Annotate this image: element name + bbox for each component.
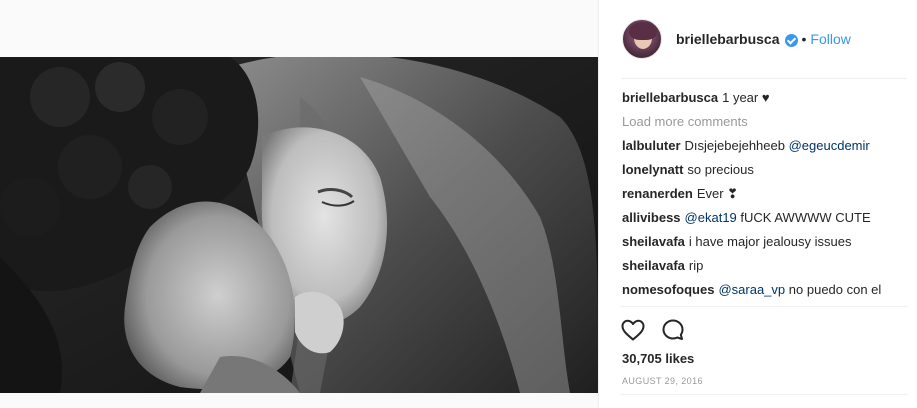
- post-photo[interactable]: [0, 57, 598, 393]
- comment-item: lalbuluter Dısjejebejehheeb @egeucdemir: [622, 138, 907, 162]
- instagram-post-page: briellebarbusca • Follow briellebarbusca…: [0, 0, 917, 408]
- caption-text: 1 year: [722, 90, 759, 105]
- comment-text: Dısjejebejehheeb: [684, 138, 785, 153]
- post-date: AUGUST 29, 2016: [622, 376, 703, 386]
- comment-text: Ever ❣: [696, 186, 739, 201]
- comment-item: sheilavafa i have major jealousy issues: [622, 234, 907, 258]
- comment-text: i have major jealousy issues: [688, 234, 852, 249]
- header-divider: [621, 78, 907, 79]
- comment-mention[interactable]: @egeucdemir: [789, 138, 870, 153]
- comment-item: allivibess @ekat19 fUCK AWWWW CUTE: [622, 210, 907, 234]
- comment-item: renanerden Ever ❣: [622, 186, 907, 210]
- comment-text: fUCK AWWWW CUTE: [740, 210, 871, 225]
- comment-username[interactable]: sheilavafa: [622, 258, 685, 273]
- post-side-panel: briellebarbusca • Follow briellebarbusca…: [598, 0, 917, 408]
- comment-item: nomesofoques @saraa_vp no puedo con el: [622, 282, 907, 306]
- comments-list: briellebarbusca 1 year ♥ Load more commen…: [622, 90, 907, 308]
- author-username[interactable]: briellebarbusca: [676, 31, 780, 47]
- comment-text: rip: [688, 258, 704, 273]
- comment-username[interactable]: nomesofoques: [622, 282, 714, 297]
- like-button[interactable]: [621, 319, 645, 341]
- author-avatar[interactable]: [622, 19, 662, 59]
- comment-text: so precious: [687, 162, 754, 177]
- comment-item: lonelynatt so precious: [622, 162, 907, 186]
- heart-emoji: ♥: [761, 90, 770, 105]
- comment-username[interactable]: allivibess: [622, 210, 681, 225]
- actions-divider: [621, 306, 907, 307]
- comment-item: sheilavafa rip: [622, 258, 907, 282]
- bottom-divider: [621, 394, 907, 395]
- likes-count[interactable]: 30,705 likes: [622, 351, 694, 366]
- comment-mention[interactable]: @saraa_vp: [718, 282, 785, 297]
- comment-button[interactable]: [661, 318, 685, 342]
- caption-username[interactable]: briellebarbusca: [622, 90, 718, 105]
- caption: briellebarbusca 1 year ♥: [622, 90, 907, 114]
- comment-mention[interactable]: @ekat19: [685, 210, 737, 225]
- load-more-comments-link[interactable]: Load more comments: [622, 114, 907, 138]
- comment-text: no puedo con el: [788, 282, 882, 297]
- photo-area: [0, 0, 598, 408]
- comment-username[interactable]: renanerden: [622, 186, 693, 201]
- speech-bubble-icon: [662, 319, 684, 340]
- post-actions: [621, 317, 685, 343]
- comment-username[interactable]: lonelynatt: [622, 162, 683, 177]
- comment-username[interactable]: lalbuluter: [622, 138, 681, 153]
- comment-username[interactable]: sheilavafa: [622, 234, 685, 249]
- post-photo-image: [0, 57, 598, 393]
- post-header: briellebarbusca • Follow: [599, 0, 917, 78]
- follow-button[interactable]: Follow: [810, 31, 850, 47]
- separator-dot: •: [801, 31, 807, 47]
- heart-outline-icon: [621, 319, 645, 341]
- verified-badge-icon: [784, 33, 798, 47]
